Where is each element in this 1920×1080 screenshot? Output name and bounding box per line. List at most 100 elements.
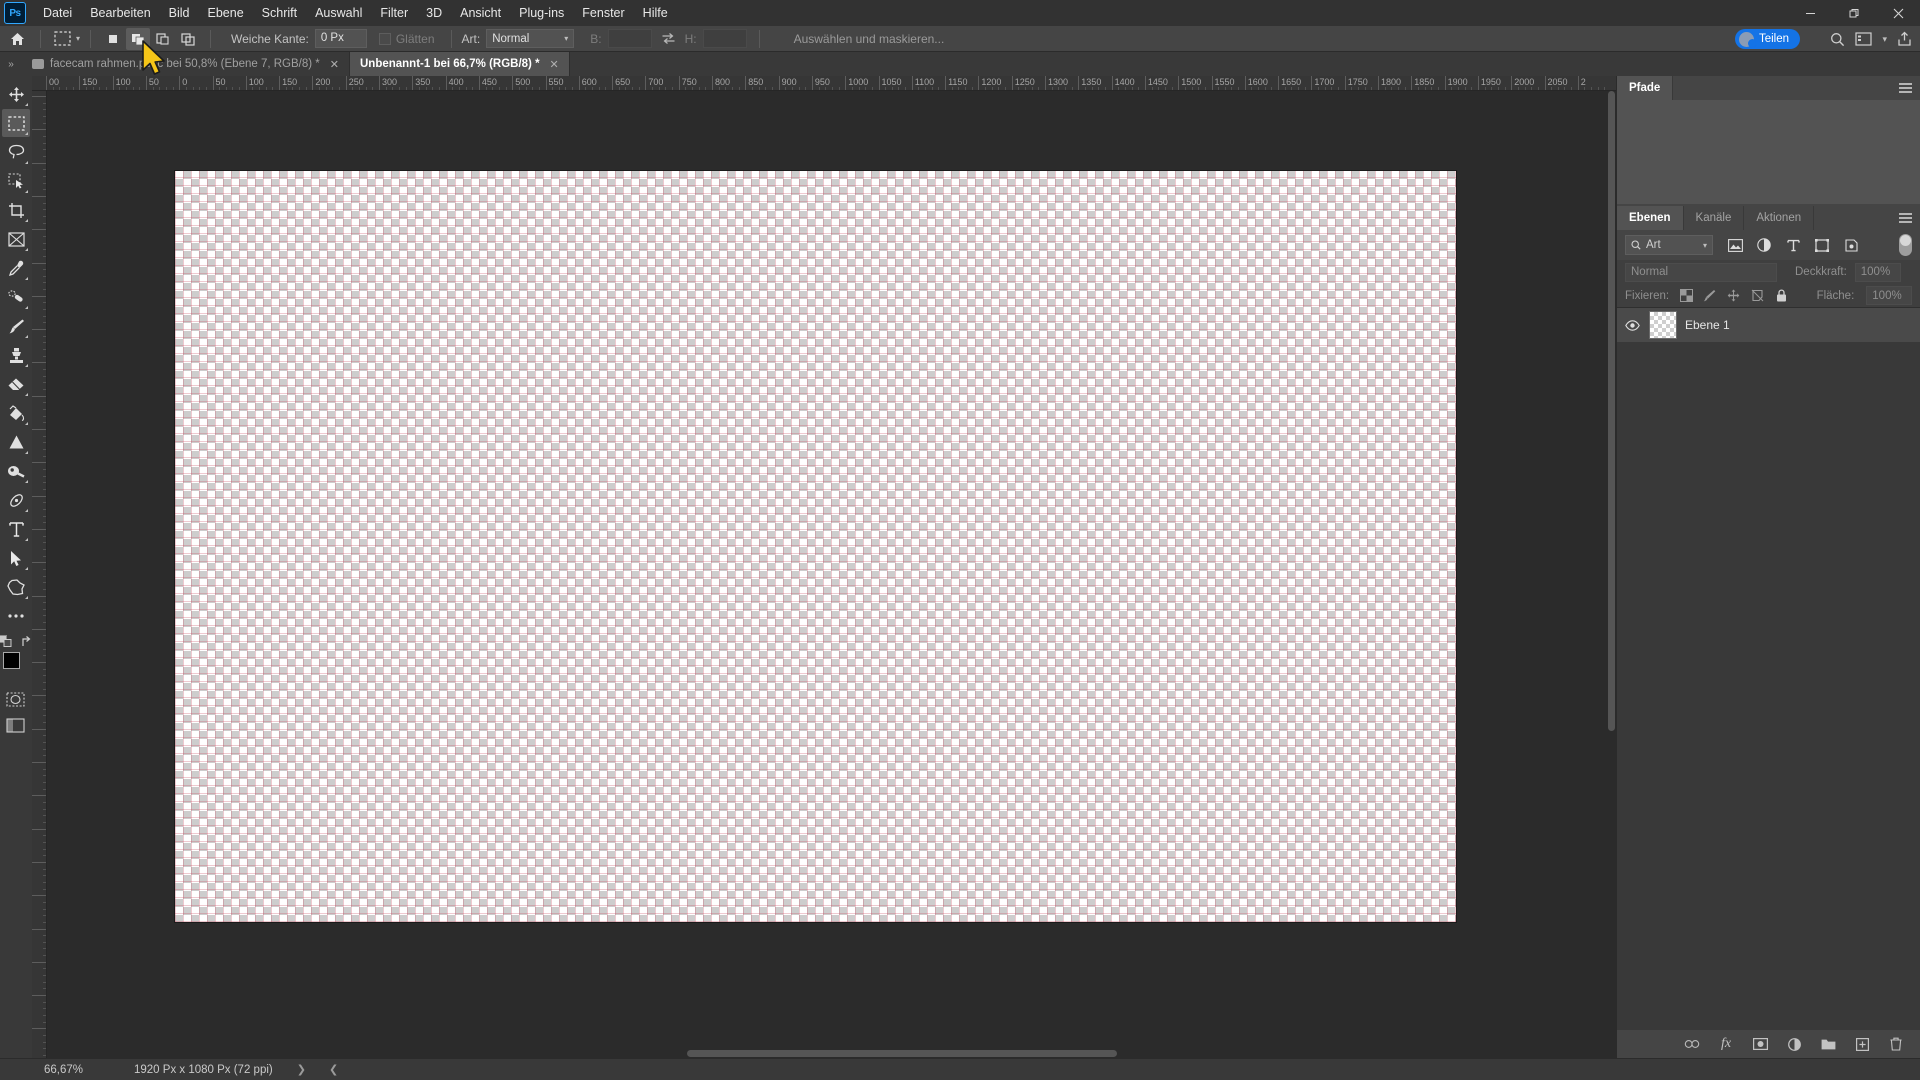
minimize-button[interactable] [1788, 0, 1832, 26]
menu-item-ansicht[interactable]: Ansicht [451, 2, 510, 24]
intersect-with-selection-button[interactable] [176, 28, 200, 50]
move-tool[interactable] [2, 80, 30, 108]
close-button[interactable] [1876, 0, 1920, 26]
menu-item-datei[interactable]: Datei [34, 2, 81, 24]
rectangular-marquee-tool[interactable] [2, 109, 30, 137]
select-and-mask-button[interactable]: Auswählen und maskieren... [784, 29, 955, 49]
blend-mode-select[interactable]: Normal [1625, 262, 1777, 282]
menu-item-bild[interactable]: Bild [160, 2, 199, 24]
canvas-horizontal-scrollbar[interactable] [47, 1049, 1616, 1058]
subtract-from-selection-button[interactable] [151, 28, 175, 50]
layer-filter-kind-select[interactable]: Art ▾ [1625, 235, 1713, 255]
hamburger-menu-icon[interactable] [1899, 83, 1912, 93]
menu-item-auswahl[interactable]: Auswahl [306, 2, 371, 24]
smart-object-icon[interactable] [1843, 237, 1859, 253]
close-tab-icon[interactable]: ✕ [330, 58, 339, 71]
object-selection-tool[interactable] [2, 167, 30, 195]
menu-item-ebene[interactable]: Ebene [199, 2, 253, 24]
tool-preset-picker[interactable]: ▾ [47, 29, 84, 49]
quick-mask-icon[interactable] [6, 692, 26, 712]
new-fill-adjustment-layer-icon[interactable] [1786, 1036, 1802, 1052]
canvas-vertical-scrollbar[interactable] [1607, 91, 1616, 1040]
home-icon[interactable] [0, 32, 34, 46]
layer-visibility-eye-icon[interactable] [1623, 319, 1641, 331]
artboard-canvas[interactable] [175, 171, 1456, 922]
zoom-level[interactable]: 66,67% [44, 1064, 124, 1076]
more-tools-button[interactable] [2, 602, 30, 630]
lock-artboard-nesting-icon[interactable] [1751, 289, 1765, 303]
crop-tool[interactable] [2, 196, 30, 224]
frame-tool[interactable] [2, 225, 30, 253]
tab-pfade[interactable]: Pfade [1617, 76, 1674, 100]
tab-aktionen[interactable]: Aktionen [1744, 206, 1815, 230]
filter-toggle-switch[interactable] [1899, 234, 1912, 256]
menu-item-fenster[interactable]: Fenster [573, 2, 633, 24]
dodge-tool[interactable] [2, 457, 30, 485]
adjustment-layer-icon[interactable] [1756, 237, 1772, 253]
maximize-button[interactable] [1832, 0, 1876, 26]
height-input[interactable] [702, 29, 747, 48]
type-tool[interactable] [2, 515, 30, 543]
menu-item-hilfe[interactable]: Hilfe [634, 2, 677, 24]
scrollbar-thumb[interactable] [1608, 91, 1615, 731]
pixel-layer-icon[interactable] [1727, 237, 1743, 253]
add-layer-mask-icon[interactable] [1752, 1036, 1768, 1052]
brush-tool[interactable] [2, 312, 30, 340]
shape-tool[interactable] [2, 573, 30, 601]
lock-position-icon[interactable] [1727, 289, 1741, 303]
delete-layer-icon[interactable] [1888, 1036, 1904, 1052]
width-input[interactable] [607, 29, 652, 48]
share-button[interactable]: Teilen [1734, 29, 1800, 49]
chevron-down-icon[interactable]: ▾ [1882, 34, 1887, 45]
antialias-checkbox[interactable] [378, 32, 391, 45]
menu-item-plug-ins[interactable]: Plug-ins [510, 2, 573, 24]
shape-layer-icon[interactable] [1814, 237, 1830, 253]
clone-stamp-tool[interactable] [2, 341, 30, 369]
layer-style-fx-icon[interactable]: fx [1718, 1036, 1734, 1052]
fill-input[interactable]: 100% [1866, 286, 1913, 305]
status-nav-arrows[interactable]: ❯ ❮ [297, 1063, 349, 1076]
menu-item-filter[interactable]: Filter [371, 2, 417, 24]
spot-healing-brush-tool[interactable] [2, 283, 30, 311]
gradient-tool[interactable] [2, 399, 30, 427]
tab-ebenen[interactable]: Ebenen [1617, 206, 1684, 230]
feather-input[interactable]: 0 Px [314, 29, 367, 48]
eraser-tool[interactable] [2, 370, 30, 398]
screen-mode-icon[interactable] [6, 718, 26, 738]
export-icon[interactable] [1897, 31, 1912, 47]
layer-row[interactable]: Ebene 1 [1617, 308, 1920, 342]
pen-tool[interactable] [2, 486, 30, 514]
hamburger-menu-icon[interactable] [1899, 213, 1912, 223]
path-selection-tool[interactable] [2, 544, 30, 572]
style-select[interactable]: Normal ▾ [486, 29, 575, 48]
menu-item-bearbeiten[interactable]: Bearbeiten [81, 2, 159, 24]
document-tab[interactable]: Unbenannt-1 bei 66,7% (RGB/8) * ✕ [349, 52, 570, 76]
double-chevron-right-icon[interactable]: » [0, 52, 22, 76]
search-icon[interactable] [1830, 32, 1845, 47]
link-layers-icon[interactable] [1684, 1036, 1700, 1052]
scrollbar-thumb[interactable] [687, 1050, 1117, 1057]
layer-thumbnail[interactable] [1649, 311, 1677, 339]
default-colors-icon[interactable] [0, 635, 13, 648]
opacity-input[interactable]: 100% [1854, 262, 1901, 282]
color-swatches[interactable] [2, 652, 30, 682]
close-tab-icon[interactable]: ✕ [550, 58, 559, 71]
lock-image-pixels-icon[interactable] [1703, 289, 1717, 303]
canvas-area[interactable] [47, 91, 1616, 1058]
lock-transparent-pixels-icon[interactable] [1679, 289, 1693, 303]
swap-arrows-icon[interactable] [661, 32, 676, 45]
new-layer-icon[interactable] [1854, 1036, 1870, 1052]
lasso-tool[interactable] [2, 138, 30, 166]
new-selection-button[interactable] [101, 28, 125, 50]
menu-item-schrift[interactable]: Schrift [253, 2, 306, 24]
document-tab[interactable]: facecam rahmen.psdc bei 50,8% (Ebene 7, … [22, 52, 350, 76]
tab-kanäle[interactable]: Kanäle [1683, 206, 1745, 230]
lock-all-icon[interactable] [1775, 289, 1789, 303]
blur-tool[interactable] [2, 428, 30, 456]
workspace-icon[interactable] [1855, 32, 1873, 46]
menu-item-3d[interactable]: 3D [417, 2, 451, 24]
foreground-color-swatch[interactable] [3, 652, 20, 669]
add-to-selection-button[interactable] [126, 27, 151, 50]
type-layer-icon[interactable] [1785, 237, 1801, 253]
new-group-icon[interactable] [1820, 1036, 1836, 1052]
